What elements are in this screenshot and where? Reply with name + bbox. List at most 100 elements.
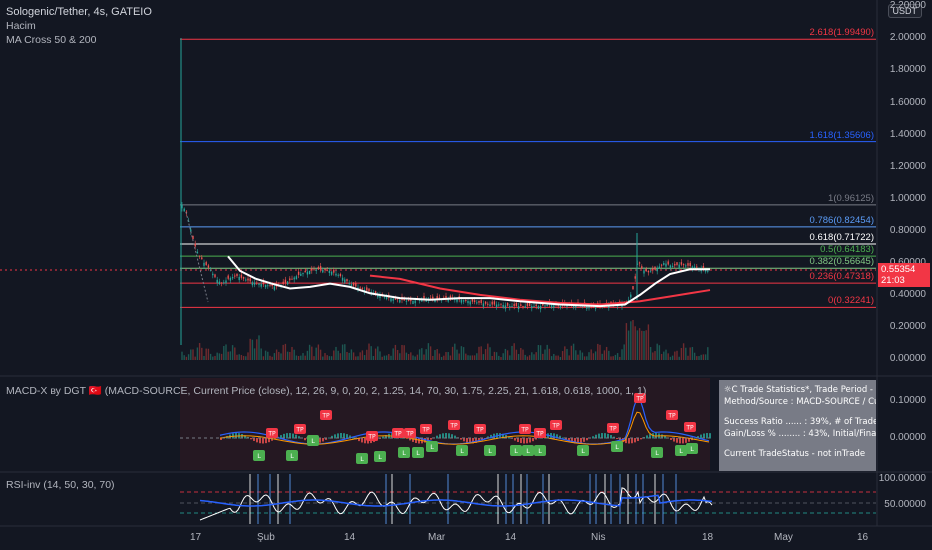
macd-histogram-bar: [250, 438, 252, 440]
volume-bar: [605, 346, 608, 360]
tp-badge-text: TP: [367, 434, 376, 441]
volume-bar: [322, 356, 324, 360]
volume-bar: [258, 335, 260, 360]
candle-body: [300, 273, 302, 276]
volume-bar: [579, 350, 581, 360]
candle-body: [196, 251, 199, 254]
volume-bar: [471, 355, 474, 360]
macd-histogram-bar: [436, 435, 438, 439]
volume-bar: [366, 349, 368, 360]
candle-body: [476, 302, 478, 304]
candle-body: [330, 271, 333, 275]
volume-bar: [416, 354, 419, 360]
tp-badge-text: TP: [608, 426, 617, 433]
volume-bar: [251, 339, 254, 360]
candle-body: [658, 266, 661, 269]
candle-body: [339, 274, 342, 276]
candle-body: [522, 306, 524, 308]
volume-bar: [421, 348, 423, 360]
macd-histogram-bar: [529, 438, 531, 443]
candle-body: [282, 281, 284, 284]
volume-bar: [656, 343, 658, 360]
tp-badge-text: TP: [551, 423, 560, 430]
chart-area[interactable]: TP TP TP TP TP TP TP TP TP TP TP TP TP TP TP TP L L L L L L L L…: [0, 0, 932, 550]
candle-body: [553, 305, 555, 308]
volume-bar: [401, 344, 403, 360]
candle-body: [513, 303, 515, 307]
volume-bar: [533, 354, 535, 360]
tp-badge-text: TP: [393, 431, 402, 438]
volume-bar: [478, 346, 480, 360]
volume-bar: [663, 351, 665, 360]
volume-bar: [284, 343, 287, 360]
macd-histogram-bar: [517, 438, 519, 443]
volume-bar: [619, 356, 621, 360]
volume-bar: [476, 353, 478, 360]
rsi-indicator-label[interactable]: RSI-inv (14, 50, 30, 70): [6, 479, 115, 491]
rsi-tick: 100.00000: [878, 473, 926, 484]
volume-bar: [344, 344, 346, 360]
price-tick: 2.00000: [889, 32, 926, 44]
volume-bar: [181, 351, 183, 360]
volume-bar: [575, 350, 577, 360]
macd-histogram-bar: [430, 438, 432, 440]
volume-bar: [524, 354, 526, 360]
volume-bar: [300, 355, 302, 360]
volume-bar: [502, 353, 504, 360]
symbol-title[interactable]: Sologenic/Tether, 4s, GATEIO: [6, 6, 152, 18]
volume-bar: [267, 351, 269, 360]
volume-bar: [438, 353, 441, 360]
candle-body: [238, 276, 240, 281]
volume-bar: [649, 347, 652, 360]
macd-indicator-label[interactable]: MACD-X ву DGT 🇹🇷 (MACD-SOURCE, Current P…: [6, 384, 646, 397]
price-tick: 0.00000: [889, 353, 926, 364]
ma-cross-indicator-label[interactable]: MA Cross 50 & 200: [6, 34, 96, 46]
volume-bar: [610, 356, 612, 360]
candle-body: [462, 300, 465, 302]
macd-histogram-bar: [679, 438, 681, 444]
candle-body: [190, 229, 192, 232]
volume-bar: [355, 356, 357, 360]
macd-histogram-bar: [322, 438, 324, 442]
long-badge-text: L: [402, 449, 406, 457]
candle-body: [498, 304, 500, 306]
volume-bar: [410, 352, 412, 360]
volume-bar: [559, 356, 562, 360]
long-badge-text: L: [430, 443, 434, 451]
macd-histogram-bar: [670, 438, 672, 440]
volume-bar: [700, 354, 702, 360]
macd-tick: 0.10000: [889, 395, 926, 406]
long-badge-text: L: [460, 447, 464, 455]
volume-bar: [247, 352, 249, 360]
macd-histogram-bar: [604, 433, 606, 439]
candle-body: [645, 268, 647, 272]
volume-bar: [509, 355, 511, 360]
volume-bar: [361, 350, 364, 360]
tp-badge-text: TP: [685, 425, 694, 432]
candle-body: [630, 294, 632, 298]
candle-body: [399, 299, 401, 303]
volume-indicator-label[interactable]: Hacim: [6, 20, 36, 32]
volume-bar: [583, 356, 586, 360]
macd-histogram-bar: [685, 438, 687, 443]
volume-bar: [482, 354, 485, 360]
volume-bar: [625, 323, 628, 360]
volume-bar: [407, 353, 410, 360]
volume-bar: [581, 352, 584, 360]
volume-bar: [286, 351, 289, 360]
volume-bar: [702, 354, 705, 360]
fib-label: 0.5(0.64183): [820, 244, 874, 256]
volume-bar: [520, 347, 522, 360]
macd-histogram-bar: [673, 438, 675, 442]
candle-body: [366, 287, 368, 291]
fib-label: 2.618(1.99490): [809, 27, 874, 39]
macd-histogram-bar: [415, 438, 417, 443]
volume-bar: [229, 351, 232, 360]
candle-body: [352, 282, 355, 286]
volume-bar: [630, 321, 632, 360]
candle-body: [685, 265, 687, 267]
candle-countdown: 21:03: [881, 275, 905, 286]
macd-histogram-bar: [514, 438, 516, 441]
candle-body: [209, 270, 212, 272]
trade-stats-method: Method/Source : MACD-SOURCE / Curr: [724, 397, 876, 407]
